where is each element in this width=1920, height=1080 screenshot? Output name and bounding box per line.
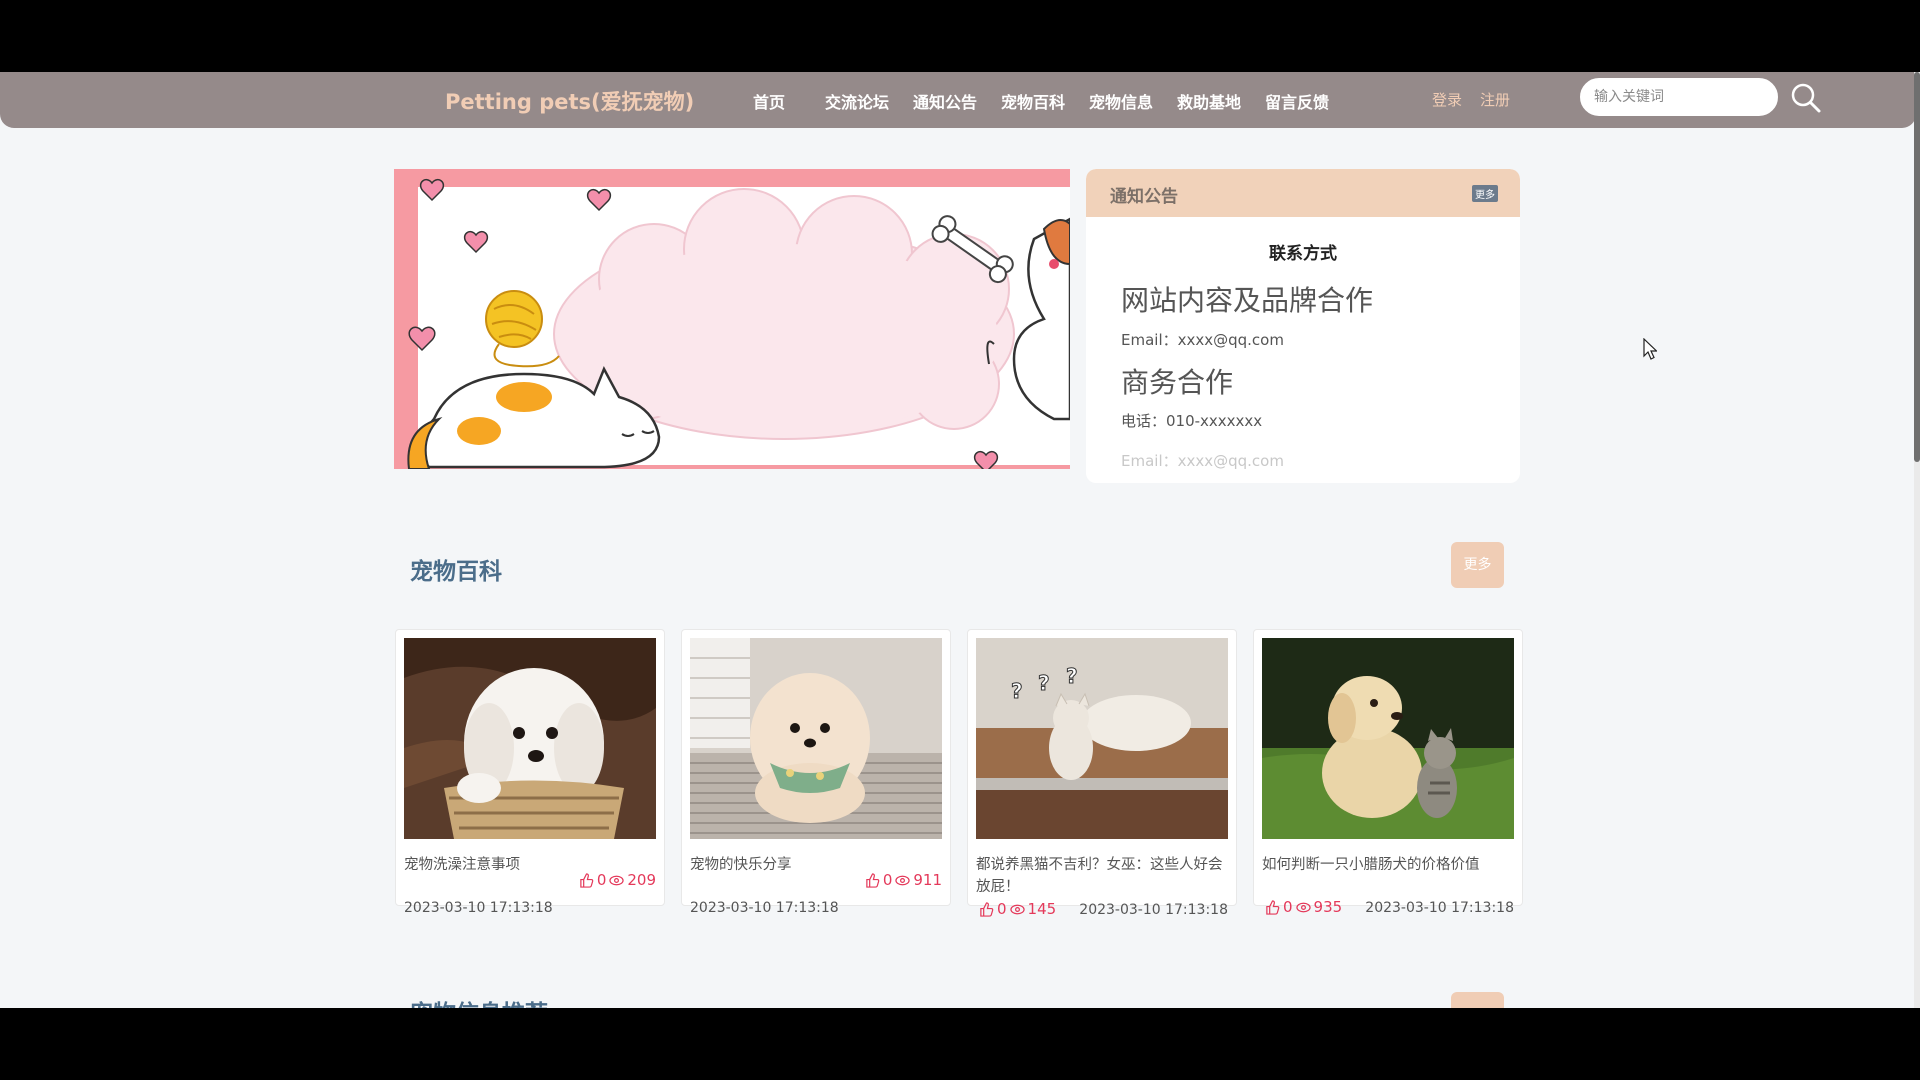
scrollbar-thumb[interactable]	[1914, 72, 1920, 462]
card-image-pomeranian[interactable]	[690, 638, 942, 839]
banner-illustration	[407, 179, 1070, 469]
nav-encyclopedia[interactable]: 宠物百科	[1001, 89, 1065, 113]
card-stats: 0 145	[976, 900, 1056, 918]
mouse-cursor-icon	[1643, 338, 1657, 360]
like-count: 0	[997, 900, 1007, 918]
like-count: 0	[1283, 898, 1293, 916]
encyclopedia-card[interactable]: 宠物的快乐分享 0 911 2023-03-10 17:13:18	[681, 629, 951, 916]
card-date: 2023-03-10 17:13:18	[1365, 900, 1514, 916]
notice-header: 通知公告 更多	[1086, 169, 1520, 217]
hero-banner[interactable]	[394, 169, 1070, 469]
card-date: 2023-03-10 17:13:18	[404, 900, 553, 916]
view-icon	[1295, 902, 1311, 912]
notice-email-business: Email：xxxx@qq.com	[1121, 452, 1284, 470]
nav-notice[interactable]: 通知公告	[913, 89, 977, 113]
view-icon	[895, 875, 911, 885]
encyclopedia-card[interactable]: ? ? ? 都说养黑猫不吉利？女巫：这些人好会放屁！ 0 145 2023-03…	[967, 629, 1237, 918]
card-title[interactable]: 如何判断一只小腊肠犬的价格价值	[1262, 854, 1514, 876]
card-image-puppy-kitten[interactable]	[1262, 638, 1514, 839]
section-title-pet-info: 宠物信息推荐	[410, 994, 548, 1008]
view-count: 145	[1027, 900, 1057, 918]
like-count: 0	[882, 871, 893, 889]
site-brand[interactable]: Petting pets(爱抚宠物)	[445, 86, 694, 116]
register-link[interactable]: 注册	[1480, 89, 1510, 110]
nav-feedback[interactable]: 留言反馈	[1265, 89, 1329, 113]
view-icon	[609, 875, 625, 885]
card-date: 2023-03-10 17:13:18	[1079, 902, 1228, 918]
nav-home[interactable]: 首页	[753, 89, 785, 113]
like-icon[interactable]	[865, 872, 880, 888]
view-count: 935	[1313, 898, 1343, 916]
svg-text:?: ?	[1011, 679, 1023, 703]
section-title-encyclopedia: 宠物百科	[410, 559, 502, 585]
svg-text:?: ?	[1038, 671, 1050, 695]
card-stats: 0 935	[1262, 898, 1342, 916]
card-image-cats-question[interactable]: ? ? ?	[976, 638, 1228, 839]
encyclopedia-more-button[interactable]: 更多	[1451, 542, 1504, 588]
card-image-white-puppy[interactable]	[404, 638, 656, 839]
notice-heading-business: 商务合作	[1121, 366, 1234, 399]
login-link[interactable]: 登录	[1432, 89, 1462, 110]
notice-subtitle: 联系方式	[1269, 244, 1337, 264]
pet-info-more-button[interactable]	[1451, 992, 1504, 1008]
like-icon[interactable]	[1265, 899, 1280, 915]
encyclopedia-card[interactable]: 如何判断一只小腊肠犬的价格价值 0 935 2023-03-10 17:13:1…	[1253, 629, 1523, 916]
top-navbar: Petting pets(爱抚宠物) 首页 交流论坛 通知公告 宠物百科 宠物信…	[0, 72, 1916, 128]
notice-more-button[interactable]: 更多	[1472, 185, 1498, 202]
view-icon	[1009, 904, 1025, 914]
nav-rescue[interactable]: 救助基地	[1177, 89, 1241, 113]
search-icon[interactable]	[1788, 80, 1824, 116]
card-stats: 0 209	[576, 871, 656, 889]
nav-pet-info[interactable]: 宠物信息	[1089, 89, 1153, 113]
like-icon[interactable]	[579, 872, 594, 888]
encyclopedia-card[interactable]: 宠物洗澡注意事项 0 209 2023-03-10 17:13:18	[395, 629, 665, 916]
svg-text:?: ?	[1066, 664, 1078, 688]
notice-phone-business: 电话：010-xxxxxxx	[1121, 412, 1263, 430]
card-date: 2023-03-10 17:13:18	[690, 900, 839, 916]
view-count: 911	[913, 871, 942, 889]
like-count: 0	[596, 871, 607, 889]
nav-forum[interactable]: 交流论坛	[825, 89, 889, 113]
notice-panel: 通知公告 更多 联系方式 网站内容及品牌合作 Email：xxxx@qq.com…	[1086, 169, 1520, 483]
page-viewport: Petting pets(爱抚宠物) 首页 交流论坛 通知公告 宠物百科 宠物信…	[0, 72, 1920, 1008]
card-stats: 0 911	[862, 871, 942, 889]
view-count: 209	[627, 871, 656, 889]
notice-email-brand: Email：xxxx@qq.com	[1121, 331, 1284, 349]
search-input[interactable]	[1580, 78, 1778, 116]
notice-heading-brand: 网站内容及品牌合作	[1121, 284, 1374, 317]
card-title[interactable]: 都说养黑猫不吉利？女巫：这些人好会放屁！	[976, 854, 1228, 898]
page-scrollbar[interactable]	[1914, 72, 1920, 1008]
notice-title: 通知公告	[1110, 187, 1178, 207]
like-icon[interactable]	[979, 901, 994, 917]
